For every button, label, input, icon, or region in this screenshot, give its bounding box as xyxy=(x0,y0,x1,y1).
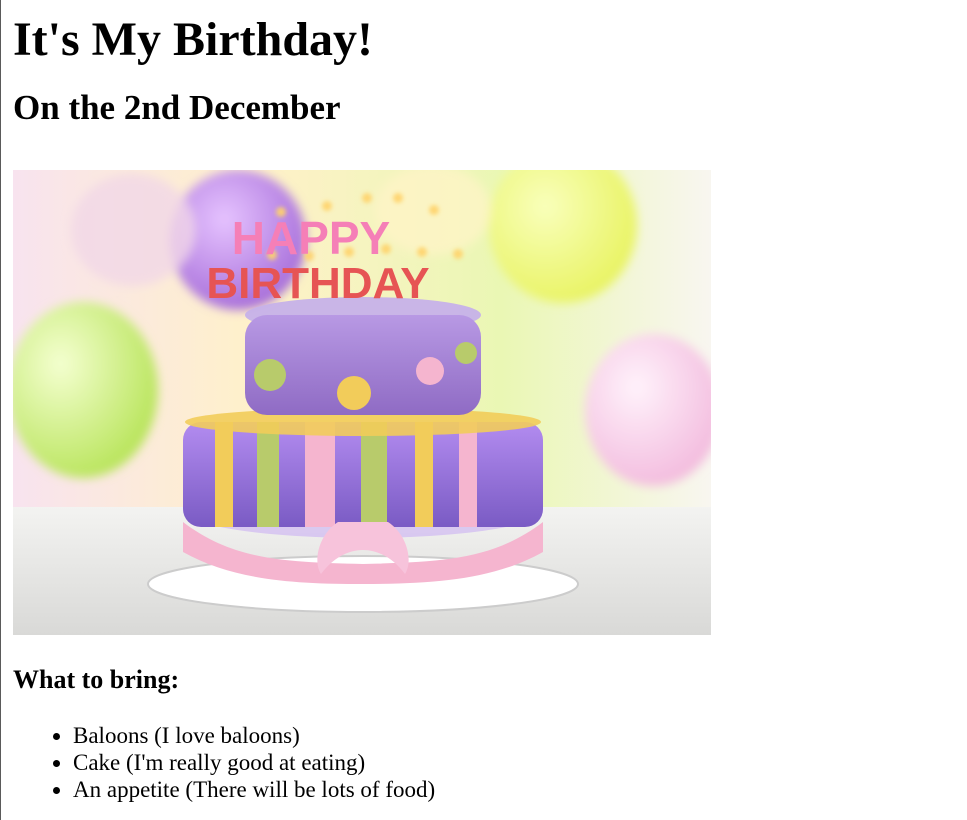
cake-dot xyxy=(416,357,444,385)
cake-stripe xyxy=(305,422,335,527)
pink-balloon-icon xyxy=(71,174,195,286)
cake-dot xyxy=(455,342,477,364)
bring-list: Baloons (I love baloons) Cake (I'm reall… xyxy=(13,722,435,803)
cake-stripe xyxy=(415,422,433,527)
cake-candles-text: HAPPY xyxy=(232,212,390,264)
list-item: An appetite (There will be lots of food) xyxy=(73,776,435,803)
page-left-border xyxy=(0,0,1,820)
birthday-cake-image: HAPPY BIRTHDAY xyxy=(13,170,711,635)
cake-candles-text: BIRTHDAY xyxy=(206,259,429,308)
cake-stripe xyxy=(215,422,233,527)
cake-dot xyxy=(337,376,371,410)
bring-heading: What to bring: xyxy=(13,665,180,694)
cake-dot xyxy=(254,359,286,391)
page-content: It's My Birthday! On the 2nd December HA… xyxy=(13,0,953,802)
list-item: Baloons (I love baloons) xyxy=(73,722,435,749)
green-balloon-icon xyxy=(13,302,158,478)
page-subtitle: On the 2nd December xyxy=(13,88,341,127)
list-item: Cake (I'm really good at eating) xyxy=(73,749,435,776)
birthday-cake-illustration: HAPPY BIRTHDAY xyxy=(13,170,711,635)
cake-stripe xyxy=(361,422,387,527)
page-title: It's My Birthday! xyxy=(13,13,373,66)
cake-stripe xyxy=(257,422,279,527)
cake-stripe xyxy=(459,422,477,527)
